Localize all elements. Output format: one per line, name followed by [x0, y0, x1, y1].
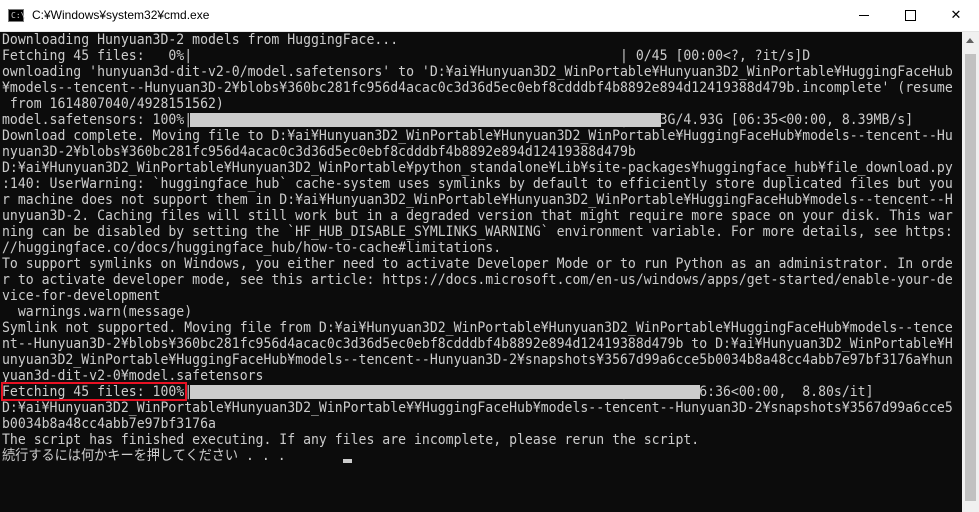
cmd-icon-glyph: C:\	[11, 11, 26, 20]
scrollbar-thumb[interactable]	[965, 54, 976, 501]
minimize-icon	[859, 15, 869, 16]
cmd-console-icon[interactable]: C:\	[8, 9, 26, 22]
console-line: nyuan3D-2¥blobs¥360bc281fc956d4acac0c3d3…	[2, 144, 636, 160]
console-line: warnings.warn(message)	[2, 304, 193, 320]
console-line: To support symlinks on Windows, you eith…	[2, 256, 953, 272]
console-line: D:¥ai¥Hunyuan3D2_WinPortable¥Hunyuan3D2_…	[2, 160, 953, 176]
console-line: b0034b8a48cc4abb7e97bf3176a	[2, 416, 216, 432]
minimize-button[interactable]	[841, 0, 887, 31]
title-bar[interactable]: C:\ C:¥Windows¥system32¥cmd.exe ✕	[0, 0, 979, 32]
window-title: C:¥Windows¥system32¥cmd.exe	[32, 8, 210, 22]
console-line: from 1614807040/4928151562)	[2, 96, 224, 112]
console-line: r to activate developer mode, see this a…	[2, 272, 953, 288]
vertical-scrollbar[interactable]	[962, 32, 979, 512]
cmd-window: C:\ C:¥Windows¥system32¥cmd.exe ✕ 続行するには…	[0, 0, 979, 512]
console-line: ning can be disabled by setting the `HF_…	[2, 224, 953, 240]
scroll-up-arrow-icon[interactable]	[966, 38, 974, 43]
console-line: unyuan3D-2. Caching files will still wor…	[2, 208, 953, 224]
console-line: Downloading Hunyuan3D-2 models from Hugg…	[2, 32, 399, 48]
console-line: unyuan3D2_WinPortable¥HuggingFaceHub¥mod…	[2, 352, 953, 368]
close-icon: ✕	[950, 8, 962, 23]
console-line: 続行するには何かキーを押してください . . .	[2, 448, 286, 464]
fetching-complete-highlight	[1, 382, 187, 401]
console-line: Fetching 45 files: 0%| | 0/45 [00:00<?, …	[2, 48, 811, 64]
maximize-icon	[904, 10, 916, 21]
console-line: //huggingface.co/docs/huggingface_hub/ho…	[2, 240, 502, 256]
close-button[interactable]: ✕	[933, 0, 979, 31]
text-cursor	[343, 459, 352, 463]
console-line: Download complete. Moving file to D:¥ai¥…	[2, 128, 953, 144]
maximize-button[interactable]	[887, 0, 933, 31]
console-line: D:¥ai¥Hunyuan3D2_WinPortable¥Hunyuan3D2_…	[2, 400, 953, 416]
console-line: Symlink not supported. Moving file from …	[2, 320, 953, 336]
progress-bar-fill	[190, 113, 661, 127]
console-line: The script has finished executing. If an…	[2, 432, 700, 448]
console-line: nt--Hunyuan3D-2¥blobs¥360bc281fc956d4aca…	[2, 336, 953, 352]
console-line: vice-for-development	[2, 288, 161, 304]
console-line: ¥models--tencent--Hunyuan3D-2¥blobs¥360b…	[2, 80, 953, 96]
console-line: :140: UserWarning: `huggingface_hub` cac…	[2, 176, 953, 192]
console-line: r machine does not support them in D:¥ai…	[2, 192, 953, 208]
console-output[interactable]: 続行するには何かキーを押してください . . . The script has f…	[0, 32, 962, 512]
progress-bar-fill	[190, 385, 700, 399]
console-line: ownloading 'hunyuan3d-dit-v2-0/model.saf…	[2, 64, 953, 80]
